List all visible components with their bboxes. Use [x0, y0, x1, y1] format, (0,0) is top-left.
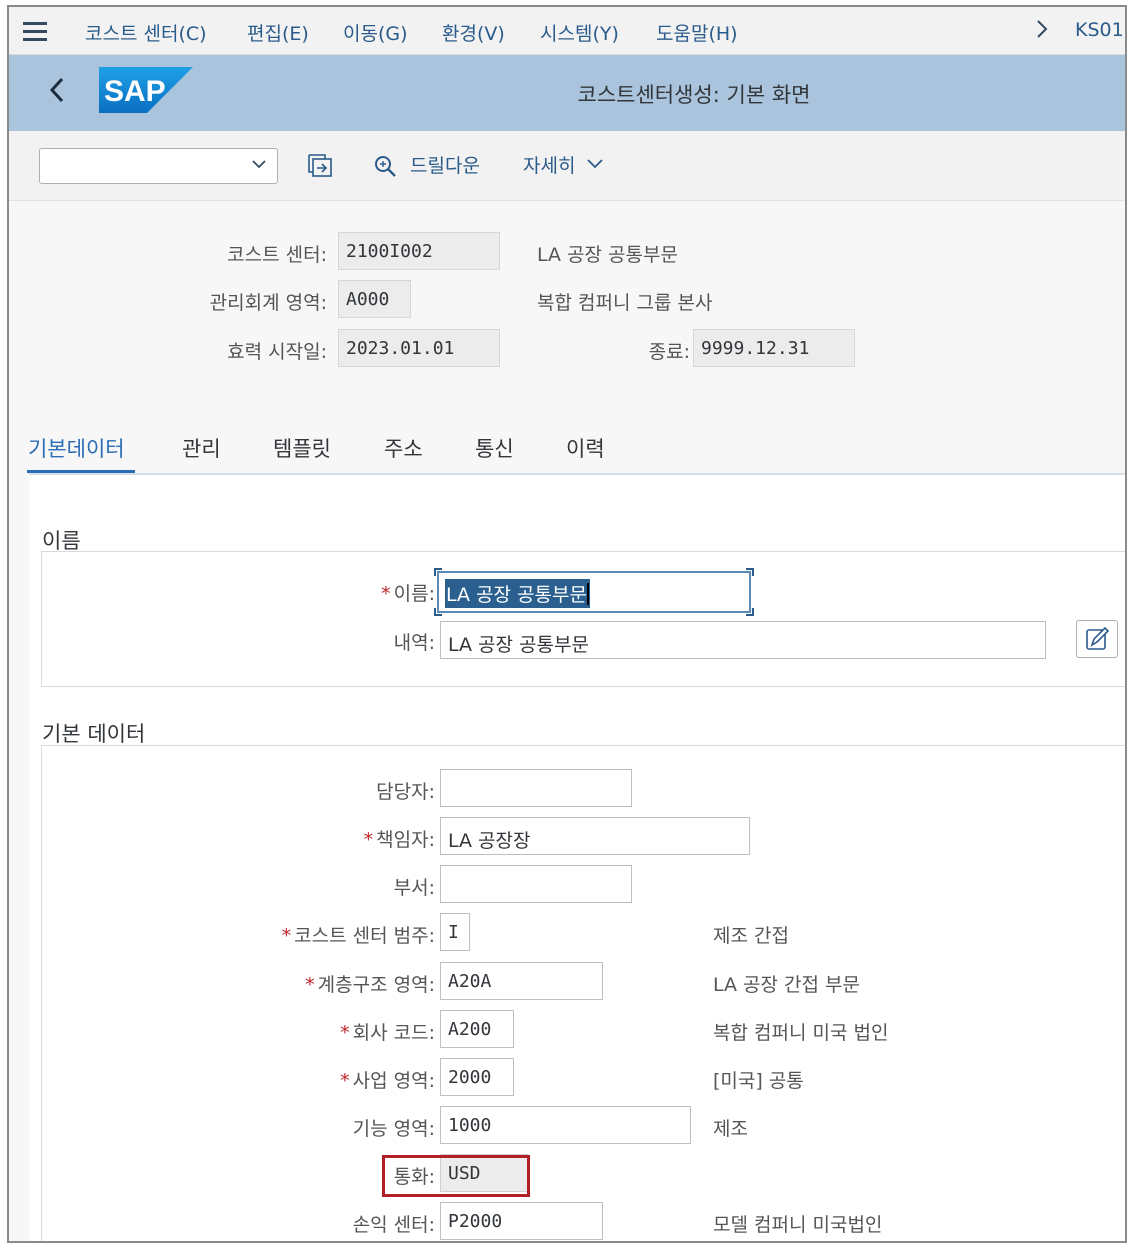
application-toolbar: 드릴다운 자세히	[9, 131, 1125, 201]
name-value: LA 공장 공통부문	[445, 579, 590, 608]
menu-bar: 코스트 센터(C) 편집(E) 이동(G) 환경(V) 시스템(Y) 도움말(H…	[9, 7, 1125, 55]
company-code-desc: 복합 컴퍼니 미국 법인	[713, 1022, 889, 1044]
more-button[interactable]: 자세히	[523, 151, 604, 178]
drilldown-search-icon[interactable]	[373, 154, 399, 184]
variant-dropdown[interactable]	[39, 148, 278, 184]
department-input[interactable]	[440, 865, 632, 903]
hierarchy-area-desc: LA 공장 간접 부문	[713, 974, 861, 996]
company-code-label: * 회사 코드:	[340, 1022, 435, 1044]
controlling-area-desc: 복합 컴퍼니 그룹 본사	[537, 292, 713, 314]
hamburger-menu-icon[interactable]	[23, 22, 47, 41]
valid-to-label: 종료:	[648, 341, 690, 363]
description-label: 내역:	[393, 632, 435, 654]
name-input[interactable]: LA 공장 공통부문	[434, 568, 754, 616]
functional-area-desc: 제조	[713, 1118, 748, 1140]
tab-history[interactable]: 이력	[566, 433, 605, 463]
cost-center-label: 코스트 센터:	[227, 244, 327, 266]
business-area-input[interactable]: 2000	[440, 1058, 514, 1096]
functional-area-input[interactable]: 1000	[440, 1106, 691, 1144]
business-area-label: * 사업 영역:	[340, 1070, 435, 1092]
menu-edit[interactable]: 편집(E)	[247, 19, 309, 46]
tab-address[interactable]: 주소	[384, 433, 423, 463]
cost-center-field: 2100I002	[338, 232, 500, 270]
drilldown-button[interactable]: 드릴다운	[410, 151, 480, 178]
sap-window: 코스트 센터(C) 편집(E) 이동(G) 환경(V) 시스템(Y) 도움말(H…	[7, 5, 1127, 1243]
transaction-code: KS01	[1075, 19, 1124, 41]
tab-basic-data[interactable]: 기본데이터	[28, 433, 125, 463]
copy-from-icon[interactable]	[307, 153, 335, 183]
category-desc: 제조 간접	[713, 925, 789, 947]
tab-control[interactable]: 관리	[182, 433, 221, 463]
edit-text-button[interactable]	[1076, 620, 1118, 658]
controlling-area-label: 관리회계 영역:	[209, 292, 327, 314]
chevron-down-icon	[586, 159, 603, 169]
menu-environment[interactable]: 환경(V)	[442, 19, 505, 46]
more-label: 자세히	[523, 155, 576, 177]
name-label: * 이름:	[381, 583, 435, 605]
business-area-desc: [미국] 공통	[713, 1070, 804, 1092]
tab-strip: 기본데이터 관리 템플릿 주소 통신 이력	[9, 419, 1125, 475]
valid-from-label: 효력 시작일:	[227, 341, 327, 363]
tab-content: 이름 * 이름: LA 공장 공통부문 내역: LA 공장 공통부문 기본 데이터…	[29, 475, 1125, 1241]
department-label: 부서:	[393, 877, 435, 899]
profit-center-desc: 모델 컴퍼니 미국법인	[713, 1214, 883, 1236]
page-title: 코스트센터생성: 기본 화면	[577, 83, 811, 107]
menu-help[interactable]: 도움말(H)	[656, 19, 738, 46]
menu-cost-center[interactable]: 코스트 센터(C)	[85, 19, 207, 46]
basic-data-section-title: 기본 데이터	[42, 722, 146, 746]
menu-system[interactable]: 시스템(Y)	[540, 19, 619, 46]
edit-icon	[1086, 626, 1110, 650]
controlling-area-field: A000	[338, 280, 411, 318]
hierarchy-area-input[interactable]: A20A	[440, 962, 603, 1000]
menu-goto[interactable]: 이동(G)	[343, 19, 408, 46]
shell-bar: SAP 코스트센터생성: 기본 화면	[9, 55, 1125, 131]
user-responsible-label: 담당자:	[376, 781, 435, 803]
cost-center-desc: LA 공장 공통부문	[537, 244, 678, 266]
description-input[interactable]: LA 공장 공통부문	[440, 621, 1046, 659]
hierarchy-area-label: * 계층구조 영역:	[305, 974, 435, 996]
chevron-down-icon	[252, 160, 266, 169]
profit-center-input[interactable]: P2000	[440, 1202, 603, 1240]
valid-to-field: 9999.12.31	[693, 329, 855, 367]
chevron-right-icon[interactable]	[1035, 17, 1049, 47]
profit-center-label: 손익 센터:	[352, 1214, 435, 1236]
currency-highlight-box	[382, 1155, 530, 1197]
names-group: * 이름: LA 공장 공통부문 내역: LA 공장 공통부문	[41, 551, 1125, 687]
tab-templates[interactable]: 템플릿	[273, 433, 331, 463]
tab-communication[interactable]: 통신	[475, 433, 514, 463]
person-responsible-label: * 책임자:	[363, 829, 435, 851]
user-responsible-input[interactable]	[440, 769, 632, 807]
person-responsible-input[interactable]: LA 공장장	[440, 817, 750, 855]
company-code-input[interactable]: A200	[440, 1010, 514, 1048]
category-label: * 코스트 센터 범주:	[281, 925, 435, 947]
basic-data-group: 담당자: * 책임자: LA 공장장 부서: * 코스트 센터 범주: I 제조 간…	[41, 745, 1125, 1241]
valid-from-field: 2023.01.01	[338, 329, 500, 367]
functional-area-label: 기능 영역:	[352, 1118, 435, 1140]
category-input[interactable]: I	[440, 913, 470, 951]
